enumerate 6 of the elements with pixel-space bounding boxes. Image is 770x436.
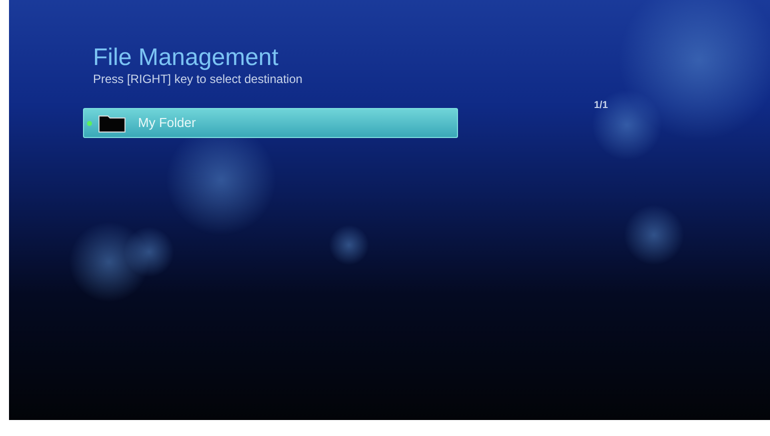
folder-list-item[interactable]: My Folder (83, 108, 458, 138)
page-indicator: 1/1 (594, 99, 608, 110)
folder-name: My Folder (138, 114, 196, 132)
folder-icon (98, 113, 126, 133)
instruction-text: Press [RIGHT] key to select destination (93, 72, 304, 86)
screen-title: File Management (93, 44, 280, 72)
